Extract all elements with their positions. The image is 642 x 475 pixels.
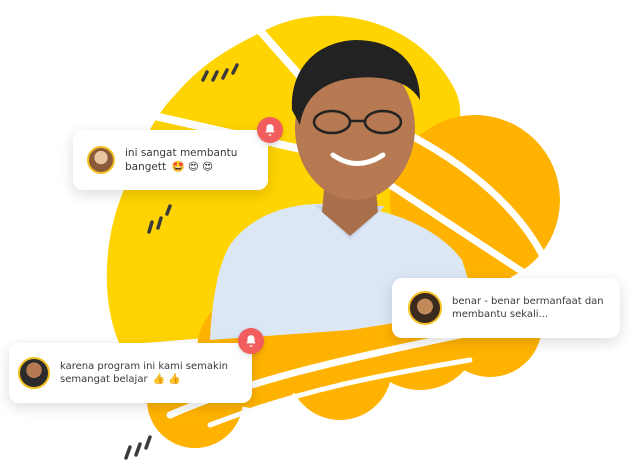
avatar <box>18 357 50 389</box>
comment-card-right: benar - benar bermanfaat dan membantu se… <box>392 278 620 338</box>
bell-badge[interactable] <box>257 117 283 143</box>
comment-body: karena program ini kami semakin semangat… <box>60 361 228 385</box>
comment-emoji: 🤩 😍 😍 <box>171 161 214 173</box>
bell-badge[interactable] <box>238 328 264 354</box>
comment-card-top-left: ini sangat membantu bangett 🤩 😍 😍 <box>73 130 268 190</box>
comment-text: benar - benar bermanfaat dan membantu se… <box>452 295 620 321</box>
testimonial-illustration: ini sangat membantu bangett 🤩 😍 😍 benar … <box>0 0 642 475</box>
comment-emoji: 👍 👍 <box>152 374 181 385</box>
comment-body: benar - benar bermanfaat dan membantu se… <box>452 296 604 320</box>
comment-text: ini sangat membantu bangett 🤩 😍 😍 <box>125 146 268 174</box>
comment-card-bottom-left: karena program ini kami semakin semangat… <box>9 343 252 403</box>
avatar <box>408 291 442 325</box>
background-art <box>106 15 560 460</box>
bell-icon <box>246 335 256 347</box>
bell-icon <box>265 124 275 136</box>
comment-text: karena program ini kami semakin semangat… <box>60 360 252 386</box>
avatar <box>87 146 115 174</box>
